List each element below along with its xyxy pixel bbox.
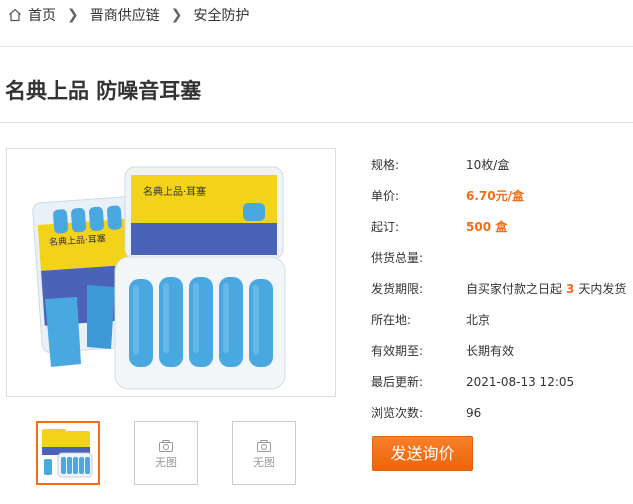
spec-row-views: 浏览次数: 96 bbox=[371, 403, 633, 423]
breadcrumb-safety[interactable]: 安全防护 bbox=[193, 5, 249, 25]
spec-value: 10枚/盒 bbox=[466, 158, 510, 172]
spec-label: 起订: bbox=[371, 220, 400, 234]
spec-label: 规格: bbox=[371, 158, 400, 172]
spec-label: 浏览次数: bbox=[371, 406, 424, 420]
camera-icon bbox=[257, 440, 271, 452]
moq-value: 500 盒 bbox=[466, 220, 508, 234]
home-icon bbox=[9, 8, 21, 22]
spec-label: 发货期限: bbox=[371, 282, 424, 296]
spec-label: 有效期至: bbox=[371, 344, 424, 358]
chevron-right-icon: ❯ bbox=[170, 7, 183, 23]
breadcrumb-supply-chain[interactable]: 晋商供应链 bbox=[90, 5, 160, 25]
delivery-text-after: 天内发货 bbox=[578, 282, 627, 296]
thumbnail-photo bbox=[42, 429, 93, 478]
spec-label: 最后更新: bbox=[371, 375, 424, 389]
spec-value: 北京 bbox=[466, 313, 491, 327]
spec-value: 96 bbox=[466, 406, 482, 420]
product-photo: 名典上品·耳塞 名典上品·耳塞 5 bbox=[32, 166, 286, 390]
camera-icon bbox=[159, 440, 173, 452]
breadcrumb-home[interactable]: 首页 bbox=[28, 5, 56, 25]
price-value: 6.70元/盒 bbox=[466, 189, 524, 203]
breadcrumb: 首页 ❯ 晋商供应链 ❯ 安全防护 bbox=[8, 5, 249, 25]
spec-row-delivery: 发货期限: 自买家付款之日起 3 天内发货 bbox=[371, 279, 633, 299]
thumbnail-2[interactable]: 无图 bbox=[134, 421, 198, 485]
product-main-image[interactable]: 名典上品·耳塞 名典上品·耳塞 5 bbox=[6, 148, 336, 397]
spec-value: 2021-08-13 12:05 bbox=[466, 375, 575, 389]
spec-label: 单价: bbox=[371, 189, 400, 203]
page-title: 名典上品 防噪音耳塞 bbox=[5, 79, 202, 103]
delivery-text-before: 自买家付款之日起 bbox=[466, 282, 563, 296]
spec-row-specification: 规格: 10枚/盒 bbox=[371, 155, 633, 175]
no-image-placeholder: 无图 bbox=[233, 440, 295, 470]
divider bbox=[0, 46, 633, 47]
spec-label: 所在地: bbox=[371, 313, 412, 327]
spec-row-supply-total: 供货总量: bbox=[371, 248, 633, 268]
box-label-text: 名典上品·耳塞 bbox=[143, 185, 206, 198]
spec-row-location: 所在地: 北京 bbox=[371, 310, 633, 330]
chevron-right-icon: ❯ bbox=[67, 7, 79, 23]
no-image-placeholder: 无图 bbox=[135, 440, 197, 470]
spec-label: 供货总量: bbox=[371, 251, 424, 265]
thumbnail-1[interactable] bbox=[36, 421, 100, 485]
thumbnail-3[interactable]: 无图 bbox=[232, 421, 296, 485]
no-image-label: 无图 bbox=[155, 456, 177, 469]
delivery-days: 3 bbox=[566, 282, 575, 296]
spec-value: 长期有效 bbox=[466, 344, 515, 358]
no-image-label: 无图 bbox=[253, 456, 275, 469]
send-inquiry-button[interactable]: 发送询价 bbox=[372, 436, 473, 471]
spec-row-last-updated: 最后更新: 2021-08-13 12:05 bbox=[371, 372, 633, 392]
delivery-value: 自买家付款之日起 3 天内发货 bbox=[466, 279, 626, 299]
spec-row-valid-until: 有效期至: 长期有效 bbox=[371, 341, 633, 361]
spec-row-price: 单价: 6.70元/盒 bbox=[371, 186, 633, 206]
spec-row-moq: 起订: 500 盒 bbox=[371, 217, 633, 237]
divider bbox=[0, 122, 633, 123]
